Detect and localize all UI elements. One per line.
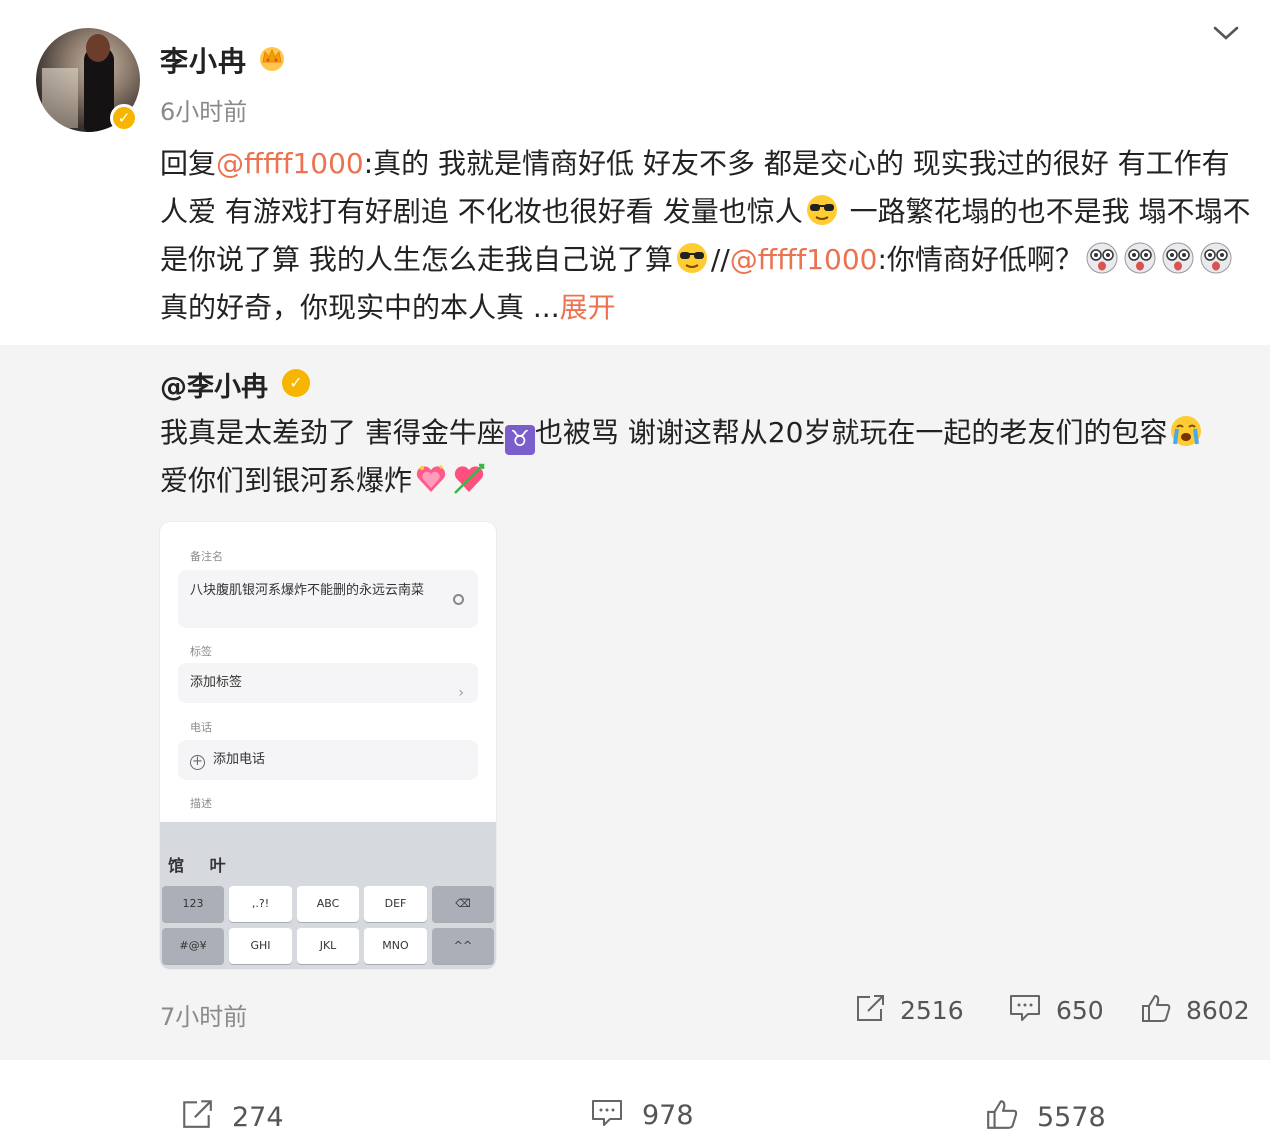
phone-label: 电话 — [190, 721, 212, 734]
repost-count: 2516 — [900, 996, 964, 1025]
mention-link[interactable]: @fffff1000 — [730, 243, 878, 276]
repost-like-button[interactable]: 8602 — [1140, 993, 1250, 1029]
footer-share-button[interactable]: 274 — [180, 1098, 284, 1133]
comment-count: 650 — [1056, 996, 1104, 1025]
note-label: 备注名 — [190, 550, 223, 563]
tags-label: 标签 — [190, 645, 212, 658]
tags-field: 添加标签 › — [178, 663, 478, 703]
post-text-part: :你情商好低啊？ — [877, 243, 1083, 276]
tags-value: 添加标签 — [190, 675, 243, 690]
backspace-icon: ⌫ — [432, 886, 494, 922]
comment-icon — [592, 1100, 622, 1126]
add-circle-icon: + — [190, 755, 205, 770]
note-value: 八块腹肌银河系爆炸不能删的永远云南菜 — [190, 583, 425, 598]
repost-comment-button[interactable]: 650 — [1008, 993, 1104, 1029]
sunglasses-emoji — [676, 243, 707, 273]
verified-icon: ✓ — [282, 369, 310, 397]
keyboard-candidates: 馆 叶 — [168, 856, 236, 875]
keyboard-key: ,.?! — [229, 886, 292, 922]
heart-emoji — [416, 465, 446, 492]
phone-value: 添加电话 — [213, 752, 266, 767]
repost-card[interactable]: @李小冉 ✓ 我真是太差劲了 害得金牛座 ♉ 也被骂 谢谢这帮从20岁就玩在一起的老… — [0, 345, 1270, 1060]
keyboard-key: ABC — [297, 886, 359, 922]
post-username[interactable]: 李小冉 — [160, 40, 247, 80]
repost-text-part: 也被骂 谢谢这帮从20岁就玩在一起的老友们的包容 — [534, 416, 1168, 449]
shocked-emoji — [1124, 242, 1156, 274]
shocked-emoji — [1086, 242, 1118, 274]
footer-like-button[interactable]: 5578 — [985, 1098, 1106, 1133]
crown-icon — [260, 47, 284, 71]
keyboard: 馆 叶 123 ,.?! ABC DEF ⌫ #@¥ GHI JKL MNO ^… — [160, 822, 496, 969]
shocked-emoji — [1162, 242, 1194, 274]
keyboard-key: DEF — [364, 886, 427, 922]
post-text: 回复@fffff1000:真的 我就是情商好低 好友不多 都是交心的 现实我过的… — [160, 140, 1252, 332]
clear-icon — [453, 594, 464, 605]
expand-link[interactable]: 展开 — [560, 291, 616, 324]
keyboard-key: JKL — [297, 928, 359, 964]
footer-like-count: 5578 — [1037, 1102, 1106, 1133]
footer-comment-button[interactable]: 978 — [590, 1098, 694, 1131]
chevron-down-icon[interactable] — [1212, 22, 1240, 44]
keyboard-key: 123 — [162, 886, 224, 922]
shocked-emoji — [1200, 242, 1232, 274]
note-field: 八块腹肌银河系爆炸不能删的永远云南菜 — [178, 570, 478, 628]
like-icon — [987, 1100, 1018, 1129]
keyboard-key: MNO — [364, 928, 427, 964]
post-time: 6小时前 — [160, 98, 248, 126]
crying-emoji — [1171, 416, 1202, 446]
like-count: 8602 — [1186, 996, 1250, 1025]
chevron-right-icon: › — [458, 685, 464, 701]
footer-repost-count: 274 — [232, 1102, 284, 1133]
keyboard-key: ^^ — [432, 928, 494, 964]
verified-icon: ✓ — [110, 104, 138, 132]
share-icon — [857, 995, 884, 1021]
repost-text-part: 我真是太差劲了 害得金牛座 — [160, 416, 505, 449]
footer-comment-count: 978 — [642, 1100, 694, 1131]
taurus-emoji: ♉ — [504, 425, 535, 455]
mention-link[interactable]: @fffff1000 — [216, 147, 364, 180]
desc-label: 描述 — [190, 797, 212, 810]
comment-icon — [1010, 995, 1040, 1021]
repost-share-button[interactable]: 2516 — [854, 993, 964, 1029]
phone-field: + 添加电话 — [178, 740, 478, 780]
contact-screenshot[interactable]: 备注名 八块腹肌银河系爆炸不能删的永远云南菜 标签 添加标签 › 电话 + 添加电… — [160, 522, 496, 969]
repost-username[interactable]: @李小冉 — [160, 365, 268, 404]
reply-prefix: 回复 — [160, 147, 217, 180]
post-footer: 274 978 5578 — [0, 1060, 1270, 1148]
repost-text: 我真是太差劲了 害得金牛座 ♉ 也被骂 谢谢这帮从20岁就玩在一起的老友们的包容爱你… — [160, 409, 1230, 505]
post-text-part: // — [710, 243, 730, 276]
keyboard-key: GHI — [229, 928, 292, 964]
repost-text-part: 爱你们到银河系爆炸 — [160, 464, 413, 497]
like-icon — [1142, 995, 1171, 1022]
heart-emoji — [454, 463, 485, 494]
repost-time: 7小时前 — [160, 1003, 248, 1031]
post: ✓ 李小冉 6小时前 回复@fffff1000:真的 我就是情商好低 好友不多 … — [0, 0, 1270, 345]
keyboard-key: #@¥ — [162, 928, 224, 964]
share-icon — [183, 1100, 212, 1128]
sunglasses-emoji — [806, 195, 837, 225]
